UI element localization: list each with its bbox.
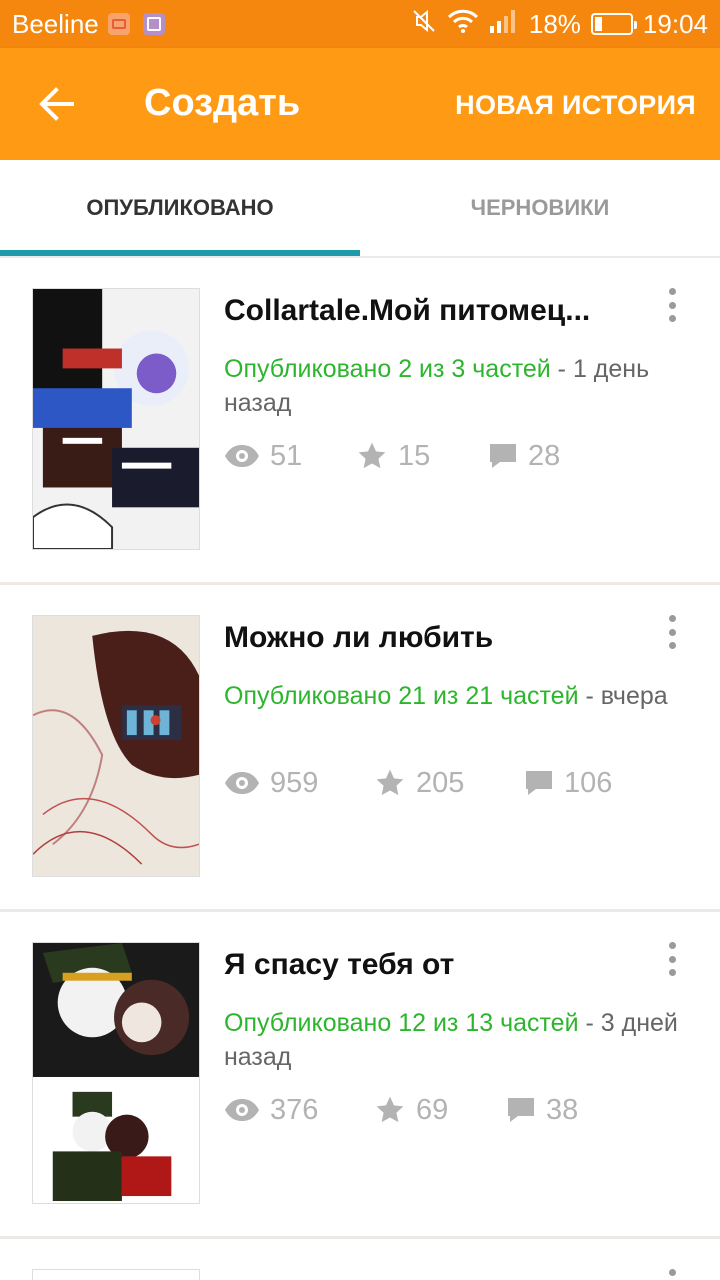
clock: 19:04 [642, 8, 708, 39]
tab-drafts[interactable]: ЧЕРНОВИКИ [360, 160, 720, 256]
battery-icon [590, 13, 637, 35]
views-count: 959 [270, 766, 319, 799]
published-parts: Опубликовано 21 из 21 частей [224, 682, 579, 710]
comments-count: 28 [528, 439, 561, 472]
story-card[interactable]: Можно ли любить Опубликовано 21 из 21 ча… [0, 585, 720, 909]
eye-icon [225, 772, 259, 794]
story-status: Опубликовано 12 из 13 частей - 3 дней на… [224, 1006, 684, 1074]
more-options-icon[interactable] [660, 1269, 684, 1280]
comments-stat: 28 [488, 440, 560, 473]
more-options-icon[interactable] [660, 942, 684, 976]
story-list: Collartale.Мой питомец... Опубликовано 2… [0, 258, 720, 1280]
story-status: Опубликовано 2 из 3 частей - 1 день наза… [224, 352, 684, 420]
page-title: Создать [144, 82, 301, 124]
star-icon [376, 1096, 404, 1123]
comment-icon [526, 771, 552, 795]
star-icon [358, 442, 386, 469]
story-cover[interactable] [32, 1269, 200, 1280]
app-bar: Создать НОВАЯ ИСТОРИЯ [0, 48, 720, 160]
story-title[interactable]: Я спасу тебя от [224, 948, 644, 982]
mute-icon [411, 8, 437, 41]
story-stats: 959 205 106 [224, 765, 612, 801]
gallery-notification-icon [143, 13, 165, 35]
mail-notification-icon [108, 13, 130, 35]
star-icon [376, 769, 404, 796]
story-title[interactable]: Можно ли любить [224, 621, 644, 655]
eye-icon [225, 445, 259, 467]
published-parts: Опубликовано 12 из 13 частей [224, 1009, 579, 1037]
votes-stat: 205 [374, 767, 524, 800]
votes-count: 205 [416, 766, 465, 799]
tab-bar: ОПУБЛИКОВАНО ЧЕРНОВИКИ [0, 160, 720, 256]
new-story-button[interactable]: НОВАЯ ИСТОРИЯ [455, 90, 696, 121]
more-options-icon[interactable] [660, 615, 684, 649]
back-arrow-icon[interactable] [36, 84, 76, 124]
comment-icon [508, 1098, 534, 1122]
story-card[interactable]: Я спасу тебя от Опубликовано 12 из 13 ча… [0, 912, 720, 1236]
battery-percent: 18% [528, 8, 581, 39]
votes-stat: 69 [374, 1094, 506, 1127]
views-count: 51 [270, 439, 303, 472]
story-status: Опубликовано 21 из 21 частей - вчера [224, 679, 684, 713]
story-card[interactable]: Collartale.Мой питомец... Опубликовано 2… [0, 258, 720, 582]
votes-stat: 15 [356, 440, 488, 473]
story-cover[interactable] [32, 615, 200, 877]
views-stat: 51 [224, 440, 356, 473]
status-bar: Beeline 18% 19:04 [0, 0, 720, 48]
story-title[interactable]: Collartale.Мой питомец... [224, 294, 644, 328]
comments-stat: 106 [524, 767, 612, 800]
carrier-name: Beeline [12, 9, 99, 39]
views-stat: 376 [224, 1094, 374, 1127]
views-count: 376 [270, 1093, 319, 1126]
tab-indicator [0, 250, 360, 256]
tab-published[interactable]: ОПУБЛИКОВАНО [0, 160, 360, 256]
story-cover[interactable] [32, 288, 200, 550]
votes-count: 15 [398, 439, 431, 472]
comments-count: 38 [546, 1093, 579, 1126]
story-card-partial[interactable] [0, 1239, 720, 1280]
more-options-icon[interactable] [660, 288, 684, 322]
comment-icon [490, 444, 516, 468]
published-time: - вчера [578, 682, 668, 710]
eye-icon [225, 1099, 259, 1121]
story-stats: 376 69 38 [224, 1092, 578, 1128]
signal-icon [489, 8, 519, 41]
published-parts: Опубликовано 2 из 3 частей [224, 355, 551, 383]
votes-count: 69 [416, 1093, 449, 1126]
story-stats: 51 15 28 [224, 438, 560, 474]
comments-stat: 38 [506, 1094, 578, 1127]
story-cover[interactable] [32, 942, 200, 1204]
views-stat: 959 [224, 767, 374, 800]
wifi-icon [447, 8, 479, 41]
comments-count: 106 [564, 766, 613, 799]
